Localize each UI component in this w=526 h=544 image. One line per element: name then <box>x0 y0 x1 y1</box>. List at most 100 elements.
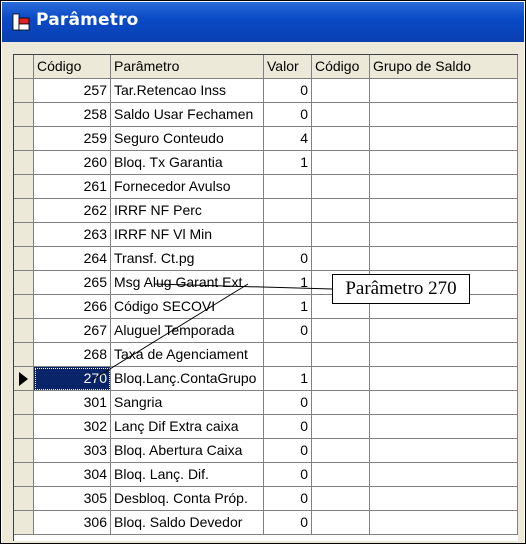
cell-valor[interactable]: 0 <box>264 415 312 439</box>
cell-codigo-2[interactable] <box>312 391 370 415</box>
row-indicator-cell[interactable] <box>14 127 34 151</box>
cell-codigo[interactable]: 303 <box>34 439 111 463</box>
cell-valor[interactable]: 1 <box>264 271 312 295</box>
cell-valor[interactable]: 4 <box>264 127 312 151</box>
cell-codigo-2[interactable] <box>312 247 370 271</box>
row-indicator-cell[interactable] <box>14 439 34 463</box>
cell-parametro[interactable]: IRRF NF Perc <box>111 199 264 223</box>
cell-parametro[interactable]: IRRF NF Vl Min <box>111 223 264 247</box>
row-indicator-cell[interactable] <box>14 79 34 103</box>
cell-valor[interactable]: 0 <box>264 487 312 511</box>
cell-valor[interactable]: 0 <box>264 463 312 487</box>
cell-codigo[interactable]: 263 <box>34 223 111 247</box>
cell-parametro[interactable]: Saldo Usar Fechamen <box>111 103 264 127</box>
table-row[interactable]: 264 Transf. Ct.pg 0 <box>14 247 518 271</box>
table-row[interactable]: 258 Saldo Usar Fechamen 0 <box>14 103 518 127</box>
cell-grupo-de-saldo[interactable] <box>370 415 518 439</box>
cell-grupo-de-saldo[interactable] <box>370 247 518 271</box>
cell-valor[interactable]: 0 <box>264 79 312 103</box>
row-indicator-cell[interactable] <box>14 367 34 391</box>
column-header-valor[interactable]: Valor <box>264 55 312 79</box>
cell-codigo-2[interactable] <box>312 439 370 463</box>
cell-codigo[interactable]: 304 <box>34 463 111 487</box>
cell-codigo[interactable]: 258 <box>34 103 111 127</box>
cell-grupo-de-saldo[interactable] <box>370 463 518 487</box>
table-row[interactable]: 261 Fornecedor Avulso <box>14 175 518 199</box>
row-indicator-cell[interactable] <box>14 511 34 535</box>
cell-valor[interactable]: 1 <box>264 295 312 319</box>
cell-valor[interactable]: 0 <box>264 247 312 271</box>
cell-codigo-2[interactable] <box>312 487 370 511</box>
cell-valor[interactable]: 0 <box>264 511 312 535</box>
cell-valor[interactable] <box>264 223 312 247</box>
cell-grupo-de-saldo[interactable] <box>370 175 518 199</box>
cell-codigo-2[interactable] <box>312 151 370 175</box>
cell-codigo[interactable]: 305 <box>34 487 111 511</box>
table-row[interactable]: 268 Taxa de Agenciament <box>14 343 518 367</box>
cell-grupo-de-saldo[interactable] <box>370 79 518 103</box>
cell-parametro[interactable]: Código SECOVI <box>111 295 264 319</box>
cell-parametro[interactable]: Bloq. Tx Garantia <box>111 151 264 175</box>
cell-codigo-2[interactable] <box>312 127 370 151</box>
cell-parametro[interactable]: Bloq. Saldo Devedor <box>111 511 264 535</box>
cell-codigo[interactable]: 267 <box>34 319 111 343</box>
cell-codigo[interactable]: 261 <box>34 175 111 199</box>
table-row[interactable]: 301 Sangria 0 <box>14 391 518 415</box>
cell-grupo-de-saldo[interactable] <box>370 319 518 343</box>
row-indicator-cell[interactable] <box>14 223 34 247</box>
cell-parametro[interactable]: Desbloq. Conta Próp. <box>111 487 264 511</box>
cell-valor[interactable] <box>264 199 312 223</box>
row-indicator-cell[interactable] <box>14 295 34 319</box>
cell-parametro[interactable]: Bloq. Lanç. Dif. <box>111 463 264 487</box>
cell-valor[interactable]: 0 <box>264 319 312 343</box>
cell-grupo-de-saldo[interactable] <box>370 511 518 535</box>
cell-grupo-de-saldo[interactable] <box>370 439 518 463</box>
table-row[interactable]: 303 Bloq. Abertura Caixa 0 <box>14 439 518 463</box>
cell-valor[interactable] <box>264 343 312 367</box>
table-row[interactable]: 259 Seguro Conteudo 4 <box>14 127 518 151</box>
cell-codigo[interactable]: 270 <box>34 367 111 391</box>
table-row[interactable]: 306 Bloq. Saldo Devedor 0 <box>14 511 518 535</box>
column-header-codigo[interactable]: Código <box>34 55 111 79</box>
cell-codigo-2[interactable] <box>312 199 370 223</box>
cell-parametro[interactable]: Transf. Ct.pg <box>111 247 264 271</box>
cell-valor[interactable]: 0 <box>264 439 312 463</box>
cell-grupo-de-saldo[interactable] <box>370 367 518 391</box>
cell-parametro[interactable]: Seguro Conteudo <box>111 127 264 151</box>
cell-codigo[interactable]: 264 <box>34 247 111 271</box>
table-row[interactable]: 305 Desbloq. Conta Próp. 0 <box>14 487 518 511</box>
cell-codigo[interactable]: 257 <box>34 79 111 103</box>
cell-codigo-2[interactable] <box>312 175 370 199</box>
cell-codigo[interactable]: 260 <box>34 151 111 175</box>
cell-codigo[interactable]: 268 <box>34 343 111 367</box>
cell-codigo[interactable]: 302 <box>34 415 111 439</box>
cell-parametro[interactable]: Bloq.Lanç.ContaGrupo <box>111 367 264 391</box>
row-indicator-cell[interactable] <box>14 415 34 439</box>
row-indicator-cell[interactable] <box>14 487 34 511</box>
row-indicator-cell[interactable] <box>14 343 34 367</box>
cell-codigo-2[interactable] <box>312 79 370 103</box>
cell-parametro[interactable]: Taxa de Agenciament <box>111 343 264 367</box>
row-indicator-cell[interactable] <box>14 319 34 343</box>
cell-codigo[interactable]: 259 <box>34 127 111 151</box>
cell-parametro[interactable]: Tar.Retencao Inss <box>111 79 264 103</box>
cell-codigo-2[interactable] <box>312 415 370 439</box>
table-row[interactable]: 304 Bloq. Lanç. Dif. 0 <box>14 463 518 487</box>
table-row[interactable]: 267 Aluguel Temporada 0 <box>14 319 518 343</box>
cell-valor[interactable] <box>264 175 312 199</box>
cell-valor[interactable]: 0 <box>264 103 312 127</box>
cell-codigo[interactable]: 262 <box>34 199 111 223</box>
column-header-parametro[interactable]: Parâmetro <box>111 55 264 79</box>
cell-parametro[interactable]: Bloq. Abertura Caixa <box>111 439 264 463</box>
row-indicator-cell[interactable] <box>14 271 34 295</box>
row-indicator-cell[interactable] <box>14 391 34 415</box>
table-row[interactable]: 263 IRRF NF Vl Min <box>14 223 518 247</box>
cell-codigo[interactable]: 306 <box>34 511 111 535</box>
table-row[interactable]: 262 IRRF NF Perc <box>14 199 518 223</box>
cell-grupo-de-saldo[interactable] <box>370 223 518 247</box>
cell-grupo-de-saldo[interactable] <box>370 343 518 367</box>
cell-codigo-2[interactable] <box>312 367 370 391</box>
cell-codigo-2[interactable] <box>312 343 370 367</box>
row-indicator-cell[interactable] <box>14 199 34 223</box>
cell-parametro[interactable]: Fornecedor Avulso <box>111 175 264 199</box>
